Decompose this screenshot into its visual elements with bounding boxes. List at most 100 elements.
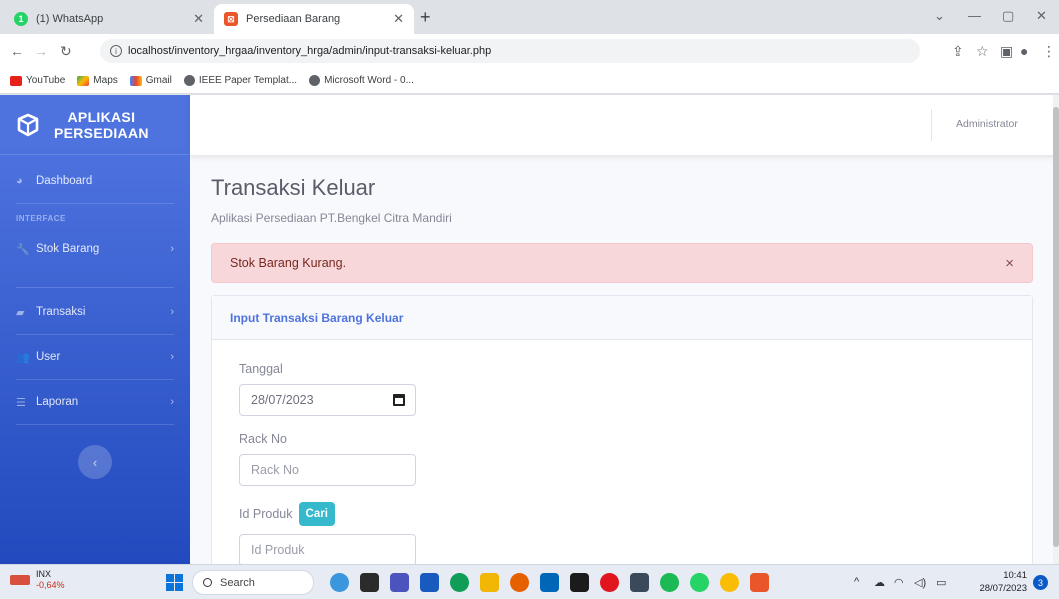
- app-favicon-icon: ⊠: [224, 12, 238, 26]
- tanggal-label: Tanggal: [239, 362, 283, 376]
- clock-date: 28/07/2023: [979, 583, 1027, 594]
- page-scrollbar[interactable]: [1053, 95, 1059, 564]
- scrollbar-thumb[interactable]: [1053, 107, 1059, 547]
- wrench-icon: 🔧: [16, 243, 30, 256]
- bookmark-maps[interactable]: Maps: [77, 75, 118, 86]
- sidebar-toggle-button[interactable]: ‹: [78, 445, 112, 479]
- window-close-icon[interactable]: ✕: [1036, 8, 1047, 24]
- bookmark-label: Gmail: [145, 75, 172, 86]
- close-icon[interactable]: ✕: [193, 11, 204, 27]
- xampp-icon[interactable]: [750, 573, 769, 592]
- tab-persediaan-barang[interactable]: ⊠ Persediaan Barang ✕: [214, 4, 414, 34]
- bookmarks-bar: YouTube Maps Gmail IEEE Paper Templat...…: [0, 68, 1059, 94]
- chevron-right-icon: ›: [170, 351, 174, 363]
- stock-change: -0,64%: [36, 580, 65, 590]
- page-title: Transaksi Keluar: [211, 175, 376, 200]
- chevron-right-icon: ›: [170, 243, 174, 255]
- star-icon[interactable]: ☆: [976, 43, 989, 60]
- cloud-icon[interactable]: ☁: [874, 576, 885, 589]
- windows-start-icon[interactable]: [166, 574, 183, 591]
- sidebar-item-label: Stok Barang: [36, 243, 100, 255]
- reload-icon[interactable]: ↻: [60, 43, 72, 60]
- firefox-icon[interactable]: [510, 573, 529, 592]
- menu-dots-icon[interactable]: ⋮: [1042, 43, 1056, 60]
- bookmark-youtube[interactable]: YouTube: [10, 75, 65, 86]
- teams-icon[interactable]: [390, 573, 409, 592]
- bookmark-label: Maps: [93, 75, 118, 86]
- chrome-icon[interactable]: [720, 573, 739, 592]
- sidebar-item-laporan[interactable]: ☰ Laporan ›: [0, 380, 190, 424]
- store-icon[interactable]: [540, 573, 559, 592]
- bookmark-word[interactable]: Microsoft Word - 0...: [309, 75, 414, 86]
- bookmark-ieee[interactable]: IEEE Paper Templat...: [183, 75, 297, 86]
- opera-icon[interactable]: [600, 573, 619, 592]
- brand[interactable]: APLIKASI PERSEDIAAN: [0, 95, 190, 155]
- close-icon[interactable]: ✕: [393, 11, 404, 27]
- sidepanel-icon[interactable]: ▣: [1000, 43, 1013, 60]
- sidebar-item-stok-barang[interactable]: 🔧 Stok Barang ›: [0, 227, 190, 271]
- rack-label: Rack No: [239, 432, 287, 446]
- file-explorer-icon[interactable]: [480, 573, 499, 592]
- page-subtitle: Aplikasi Persediaan PT.Bengkel Citra Man…: [211, 211, 452, 225]
- volume-icon[interactable]: ◁): [914, 576, 926, 589]
- notification-badge[interactable]: 3: [1033, 575, 1048, 590]
- box-logo-icon: [17, 113, 39, 136]
- address-bar-row: ← → ↻ i localhost/inventory_hrgaa/invent…: [0, 34, 1059, 68]
- sidebar-item-label: Transaksi: [36, 306, 86, 318]
- sidebar-item-user[interactable]: 👥 User ›: [0, 335, 190, 379]
- restore-icon[interactable]: ▢: [1002, 8, 1014, 24]
- alert-close-icon[interactable]: ×: [1005, 255, 1014, 272]
- form-group-produk: Id Produk Cari Id Produk: [239, 502, 1005, 564]
- user-menu[interactable]: Administrator: [956, 118, 1018, 130]
- wifi-icon[interactable]: ◠: [894, 576, 904, 589]
- main-content: Transaksi Keluar Aplikasi Persediaan PT.…: [211, 155, 1033, 564]
- plus-icon[interactable]: +: [420, 7, 431, 28]
- tab-label: Persediaan Barang: [246, 13, 341, 25]
- word-icon[interactable]: [420, 573, 439, 592]
- sidebar-item-dashboard[interactable]: ◕ Dashboard: [0, 159, 190, 203]
- chevron-right-icon: ›: [170, 306, 174, 318]
- task-view-icon[interactable]: [360, 573, 379, 592]
- search-icon: [203, 578, 212, 587]
- search-label: Search: [220, 576, 255, 589]
- calendar-icon[interactable]: [393, 394, 405, 406]
- profile-avatar-icon[interactable]: ●: [1020, 43, 1028, 59]
- globe-icon: [309, 75, 321, 86]
- form-card: Input Transaksi Barang Keluar Tanggal 28…: [211, 295, 1033, 564]
- sidebar-heading: INTERFACE: [16, 214, 66, 223]
- tanggal-date-field[interactable]: 28/07/2023: [239, 384, 416, 416]
- info-icon[interactable]: i: [110, 45, 122, 57]
- bookmark-gmail[interactable]: Gmail: [129, 75, 172, 86]
- minimize-icon[interactable]: —: [968, 8, 981, 23]
- brand-line-1: APLIKASI: [67, 108, 136, 125]
- app-viewport: APLIKASI PERSEDIAAN ◕ Dashboard INTERFAC…: [0, 95, 1059, 564]
- id-produk-field[interactable]: Id Produk: [239, 534, 416, 564]
- produk-label: Id Produk: [239, 507, 293, 521]
- system-clock[interactable]: 10:41 28/07/2023: [975, 569, 1027, 595]
- card-body: Tanggal 28/07/2023 Rack No Rack No Id Pr…: [212, 340, 1032, 564]
- bing-icon[interactable]: [330, 573, 349, 592]
- amazon-icon[interactable]: [630, 573, 649, 592]
- chevron-left-icon: ‹: [92, 454, 98, 470]
- edge-icon[interactable]: [450, 573, 469, 592]
- bookmark-label: YouTube: [26, 75, 66, 86]
- sidebar-item-label: Laporan: [36, 396, 79, 408]
- dashboard-icon: ◕: [16, 175, 23, 187]
- battery-icon[interactable]: ▭: [936, 576, 946, 589]
- tab-whatsapp[interactable]: 1 (1) WhatsApp ✕: [4, 4, 214, 34]
- chevron-up-icon[interactable]: ^: [854, 576, 859, 588]
- taskbar-search[interactable]: Search: [192, 570, 314, 595]
- share-icon[interactable]: ⇪: [952, 43, 964, 60]
- spotify-icon[interactable]: [660, 573, 679, 592]
- forward-arrow-icon[interactable]: →: [34, 43, 48, 59]
- cari-button[interactable]: Cari: [298, 502, 335, 526]
- chevron-down-icon[interactable]: ⌄: [934, 8, 945, 24]
- whatsapp-taskbar-icon[interactable]: [690, 573, 709, 592]
- stock-widget[interactable]: INX -0,64%: [10, 569, 65, 591]
- dropbox-icon[interactable]: [570, 573, 589, 592]
- url-field[interactable]: i localhost/inventory_hrgaa/inventory_hr…: [100, 39, 920, 63]
- rack-no-field[interactable]: Rack No: [239, 454, 416, 486]
- back-arrow-icon[interactable]: ←: [10, 43, 24, 59]
- sidebar-item-transaksi[interactable]: ▰ Transaksi ›: [0, 290, 190, 334]
- truck-icon: ▰: [16, 306, 25, 319]
